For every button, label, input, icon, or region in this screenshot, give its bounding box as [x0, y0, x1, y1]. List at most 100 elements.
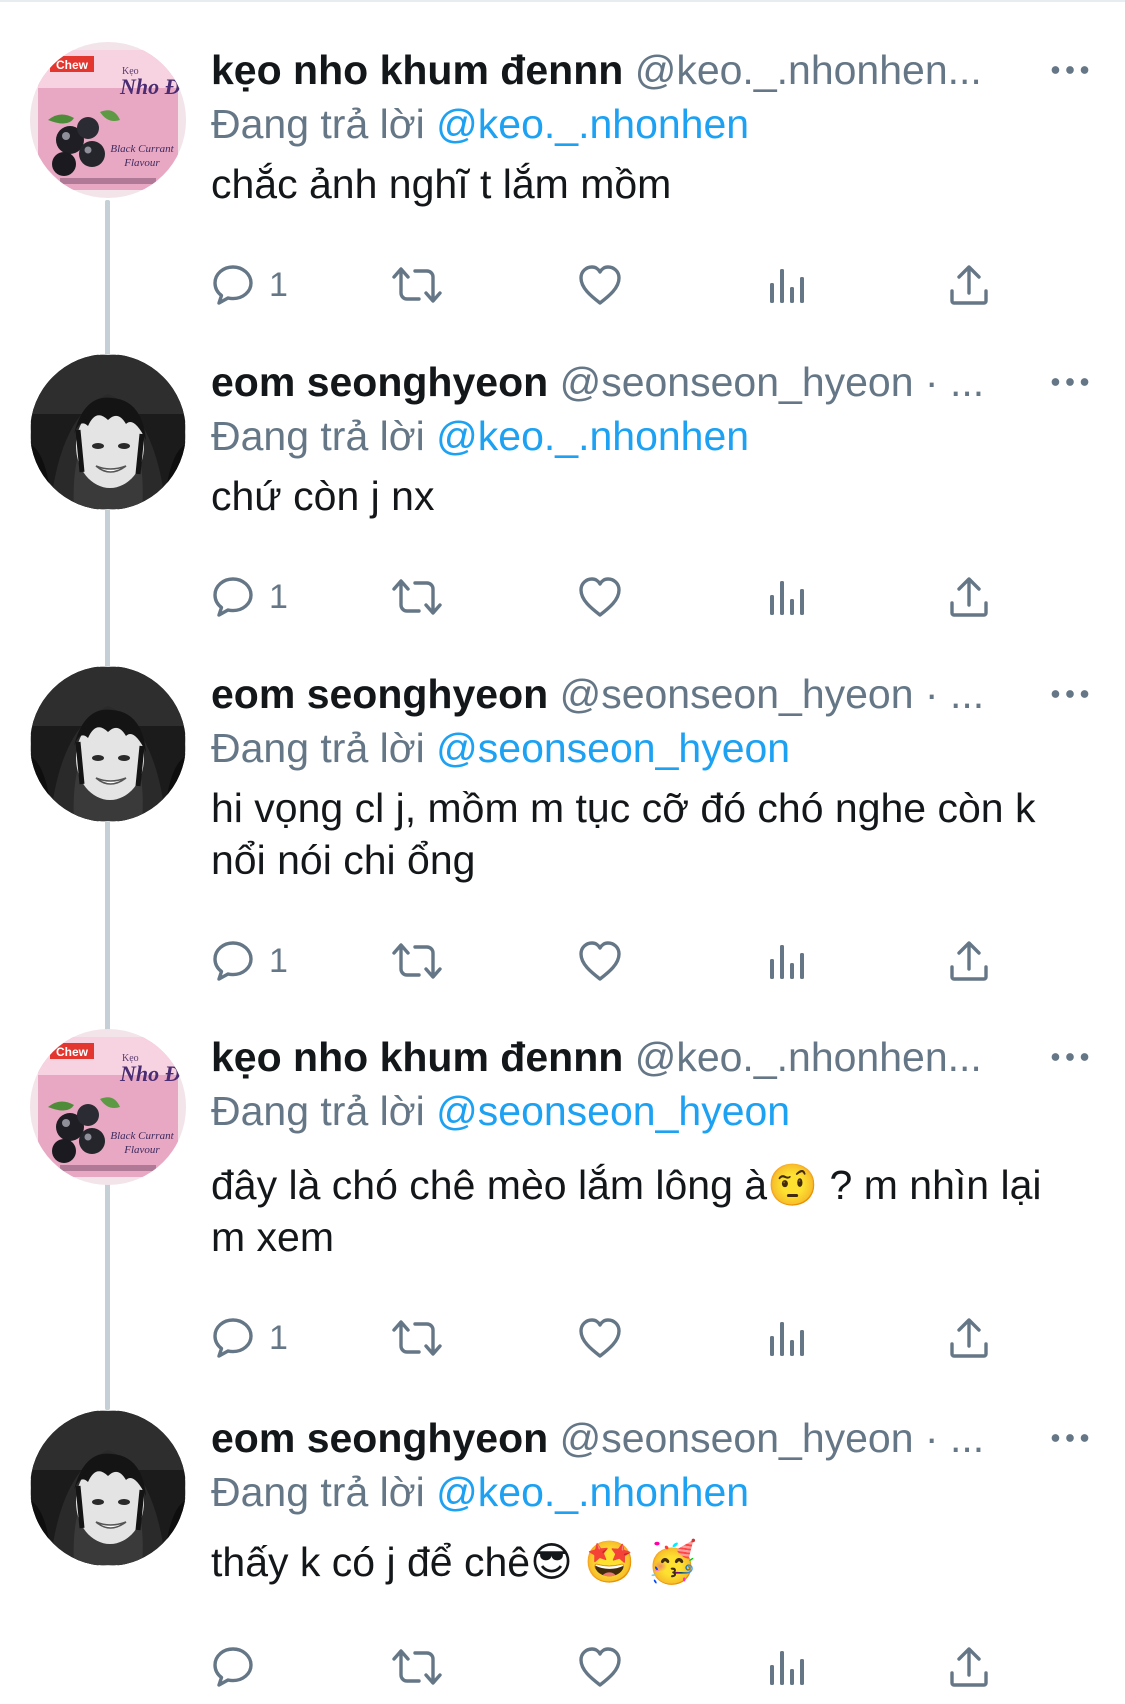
like-icon: [577, 263, 623, 307]
display-name[interactable]: kẹo nho khum đennn: [211, 1034, 623, 1080]
avatar[interactable]: [30, 42, 186, 198]
analytics-button[interactable]: [767, 926, 807, 996]
share-button[interactable]: [947, 562, 991, 632]
reply-count: 1: [269, 941, 288, 980]
more-icon[interactable]: [1045, 42, 1095, 98]
share-icon: [947, 1316, 991, 1360]
analytics-button[interactable]: [767, 562, 807, 632]
avatar[interactable]: [30, 1029, 186, 1185]
keo-nho-den-candy-avatar-image: [30, 42, 186, 198]
action-bar: 1: [211, 562, 1001, 632]
display-name[interactable]: eom seonghyeon: [211, 1415, 548, 1461]
replying-to: Đang trả lời @seonseon_hyeon: [211, 1085, 1095, 1137]
mention-link[interactable]: @seonseon_hyeon: [436, 1088, 790, 1134]
reply-icon: [211, 939, 255, 983]
display-name[interactable]: kẹo nho khum đennn: [211, 47, 623, 93]
replying-to: Đang trả lời @keo._.nhonhen: [211, 98, 1095, 150]
share-icon: [947, 939, 991, 983]
replying-to: Đang trả lời @keo._.nhonhen: [211, 410, 1095, 462]
retweet-button[interactable]: [391, 1632, 443, 1702]
mention-link[interactable]: @seonseon_hyeon: [436, 725, 790, 771]
like-icon: [577, 575, 623, 619]
display-name[interactable]: eom seonghyeon: [211, 359, 548, 405]
more-icon[interactable]: [1045, 666, 1095, 722]
analytics-icon: [767, 1645, 807, 1689]
reply-icon: [211, 1316, 255, 1360]
tweet-text: chắc ảnh nghĩ t lắm mồm: [211, 161, 672, 207]
share-button[interactable]: [947, 1632, 991, 1702]
keo-nho-den-candy-avatar-image: [30, 1029, 186, 1185]
retweet-icon: [391, 575, 443, 619]
reply-button[interactable]: 1: [211, 926, 288, 996]
reply-count: 1: [269, 577, 288, 616]
more-icon[interactable]: [1045, 1410, 1095, 1466]
retweet-button[interactable]: [391, 1303, 443, 1373]
grayscale-portrait-avatar-image: [30, 666, 186, 822]
replying-to-label: Đang trả lời: [211, 101, 425, 147]
more-icon[interactable]: [1045, 1029, 1095, 1085]
action-bar: 1: [211, 1303, 1001, 1373]
share-icon: [947, 1645, 991, 1689]
replying-to: Đang trả lời @seonseon_hyeon: [211, 722, 1095, 774]
retweet-button[interactable]: [391, 250, 443, 320]
reply-count: 1: [269, 1318, 288, 1357]
retweet-button[interactable]: [391, 562, 443, 632]
retweet-button[interactable]: [391, 926, 443, 996]
mention-link[interactable]: @keo._.nhonhen: [436, 413, 749, 459]
reply-button[interactable]: [211, 1632, 269, 1702]
like-button[interactable]: [577, 250, 623, 320]
user-handle[interactable]: @keo._.nhonhen...: [635, 1034, 982, 1080]
replying-to-label: Đang trả lời: [211, 1469, 425, 1515]
avatar[interactable]: [30, 666, 186, 822]
reply-button[interactable]: 1: [211, 562, 288, 632]
share-button[interactable]: [947, 926, 991, 996]
reply-icon: [211, 575, 255, 619]
grayscale-portrait-avatar-image: [30, 1410, 186, 1566]
replying-to-label: Đang trả lời: [211, 1088, 425, 1134]
retweet-icon: [391, 1645, 443, 1689]
share-button[interactable]: [947, 1303, 991, 1373]
share-icon: [947, 263, 991, 307]
like-icon: [577, 939, 623, 983]
user-handle[interactable]: @seonseon_hyeon · ...: [560, 359, 985, 405]
replying-to: Đang trả lời @keo._.nhonhen: [211, 1466, 1095, 1518]
more-icon[interactable]: [1045, 354, 1095, 410]
tweet-text: thấy k có j để chê😎 🤩 🥳: [211, 1539, 698, 1585]
like-icon: [577, 1645, 623, 1689]
retweet-icon: [391, 263, 443, 307]
like-button[interactable]: [577, 926, 623, 996]
user-handle[interactable]: @keo._.nhonhen...: [635, 47, 982, 93]
action-bar: [211, 1632, 1001, 1702]
reply-icon: [211, 263, 255, 307]
top-divider: [0, 0, 1125, 2]
analytics-button[interactable]: [767, 1303, 807, 1373]
like-button[interactable]: [577, 1303, 623, 1373]
analytics-button[interactable]: [767, 250, 807, 320]
analytics-icon: [767, 939, 807, 983]
mention-link[interactable]: @keo._.nhonhen: [436, 1469, 749, 1515]
action-bar: 1: [211, 926, 1001, 996]
analytics-button[interactable]: [767, 1632, 807, 1702]
avatar[interactable]: [30, 354, 186, 510]
tweet-text: đây là chó chê mèo lắm lông à🤨 ? m nhìn …: [211, 1162, 1042, 1260]
reply-button[interactable]: 1: [211, 1303, 288, 1373]
display-name[interactable]: eom seonghyeon: [211, 671, 548, 717]
user-handle[interactable]: @seonseon_hyeon · ...: [560, 1415, 985, 1461]
retweet-icon: [391, 1316, 443, 1360]
share-button[interactable]: [947, 250, 991, 320]
like-button[interactable]: [577, 1632, 623, 1702]
mention-link[interactable]: @keo._.nhonhen: [436, 101, 749, 147]
avatar[interactable]: [30, 1410, 186, 1566]
reply-icon: [211, 1645, 255, 1689]
user-handle[interactable]: @seonseon_hyeon · ...: [560, 671, 985, 717]
grayscale-portrait-avatar-image: [30, 354, 186, 510]
reply-count: 1: [269, 265, 288, 304]
analytics-icon: [767, 575, 807, 619]
share-icon: [947, 575, 991, 619]
retweet-icon: [391, 939, 443, 983]
like-button[interactable]: [577, 562, 623, 632]
reply-button[interactable]: 1: [211, 250, 288, 320]
action-bar: 1: [211, 250, 1001, 320]
replying-to-label: Đang trả lời: [211, 725, 425, 771]
tweet-text: hi vọng cl j, mồm m tục cỡ đó chó nghe c…: [211, 785, 1036, 883]
